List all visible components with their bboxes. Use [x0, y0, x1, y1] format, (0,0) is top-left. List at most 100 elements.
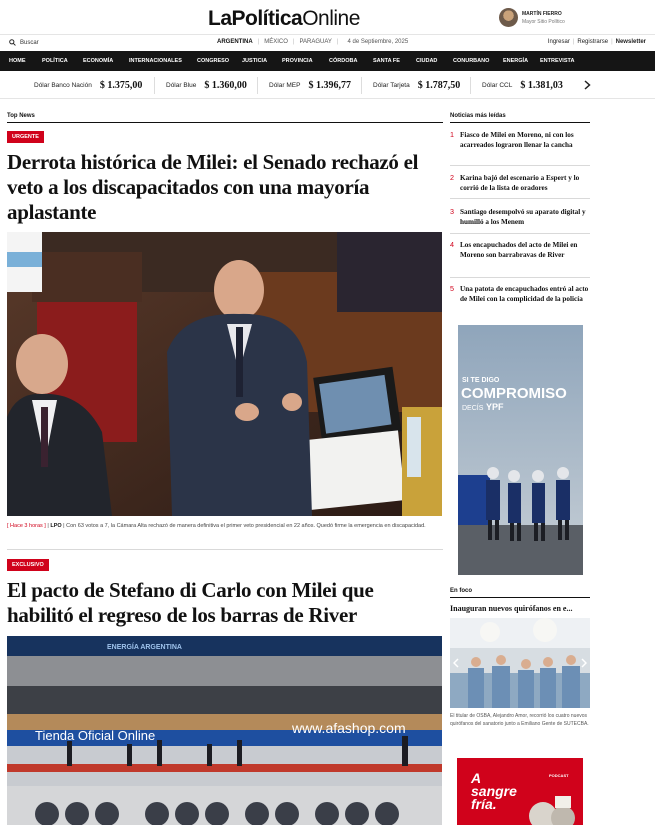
divider — [450, 165, 590, 166]
chevron-right-icon[interactable] — [584, 80, 591, 90]
en-foco-caption: El titular de OSBA, Alejandro Amor, reco… — [450, 713, 589, 727]
ad-brand: YPF — [486, 402, 504, 412]
ticker-label: Dólar Banco Nación — [34, 82, 92, 89]
urgent-badge: URGENTE — [7, 131, 44, 143]
nav-item-justicia[interactable]: JUSTICIA — [242, 58, 282, 64]
exclusive-badge: EXCLUSIVO — [7, 559, 49, 571]
country-selector: ARGENTINA | MÉXICO | PARAGUAY | 4 de Septie… — [217, 39, 412, 45]
ad-line-2: COMPROMISO — [461, 385, 567, 402]
chevron-right-icon[interactable] — [581, 658, 587, 668]
ad-line-1: SI TE DIGO — [462, 377, 500, 384]
ticker-item[interactable]: Dólar Blue $ 1.360,00 — [166, 80, 247, 91]
current-date: 4 de Septiembre, 2025 — [347, 39, 409, 45]
country-mexico[interactable]: MÉXICO — [260, 39, 292, 45]
currency-ticker: Dólar Banco Nación $ 1.375,00 Dólar Blue $… — [0, 71, 655, 99]
nav-item-entrevista[interactable]: ENTREVISTA — [540, 58, 585, 64]
photo-caption: [ Hace 3 horas ] | LPO | Con 63 votos a … — [7, 522, 443, 531]
separator: | — [336, 39, 339, 45]
ypf-ad-banner[interactable]: SI TE DIGO COMPROMISO DECÍS YPF — [458, 325, 583, 575]
item-number: 2 — [450, 173, 454, 182]
ticker-value: $ 1.360,00 — [204, 80, 247, 91]
ticker-value: $ 1.787,50 — [417, 80, 461, 91]
newsletter-link[interactable]: Newsletter — [613, 39, 649, 45]
item-title: Los encapuchados del acto de Milei en Mo… — [460, 241, 578, 259]
nav-item-cordoba[interactable]: CÓRDOBA — [329, 58, 373, 64]
section-rule — [450, 122, 590, 123]
ticker-label: Dólar CCL — [482, 82, 513, 89]
podcast-ad-banner[interactable]: Asangre fría. PODCAST — [457, 758, 583, 825]
podcast-ad-tag: PODCAST — [549, 773, 569, 778]
ticker-label: Dólar Blue — [166, 82, 197, 89]
nav-item-economia[interactable]: ECONOMÍA — [83, 58, 129, 64]
divider — [450, 198, 590, 199]
item-title: Santiago desempolvó su aparato digital y… — [460, 208, 586, 226]
main-nav: HOME POLÍTICA ECONOMÍA INTERNACIONALES C… — [0, 51, 655, 71]
item-title: Una patota de encapuchados entró al acto… — [460, 285, 589, 303]
main-headline[interactable]: Derrota histórica de Milei: el Senado re… — [7, 150, 427, 225]
divider — [450, 233, 590, 234]
author-subtitle: Mayor Sitio Político — [522, 18, 565, 25]
item-title: Fiasco de Milei en Moreno, ni con los ac… — [460, 131, 574, 149]
nav-item-congreso[interactable]: CONGRESO — [197, 58, 242, 64]
nav-item-ciudad[interactable]: CIUDAD — [416, 58, 453, 64]
en-foco-carousel[interactable] — [450, 618, 590, 708]
logo-normal: Online — [302, 7, 360, 30]
nav-item-santa-fe[interactable]: SANTA FE — [373, 58, 416, 64]
nav-item-energia[interactable]: ENERGÍA — [503, 58, 540, 64]
search-button[interactable]: Buscar — [9, 39, 39, 46]
ticker-item[interactable]: Dólar Tarjeta $ 1.787,50 — [373, 80, 460, 91]
en-foco-headline[interactable]: Inauguran nuevos quirófanos en e... — [450, 604, 590, 613]
en-foco-title: En foco — [450, 588, 472, 594]
country-argentina[interactable]: ARGENTINA — [217, 39, 257, 45]
ticker-item[interactable]: Dólar MEP $ 1.396,77 — [269, 80, 351, 91]
ticker-item[interactable]: Dólar Banco Nación $ 1.375,00 — [34, 80, 142, 91]
ticker-label: Dólar MEP — [269, 82, 301, 89]
nav-item-conurbano[interactable]: CONURBANO — [453, 58, 503, 64]
nav-item-internacionales[interactable]: INTERNACIONALES — [129, 58, 197, 64]
divider — [470, 77, 471, 94]
banner-text-2: www.afashop.com — [291, 720, 406, 736]
ad-line-3: DECÍS — [462, 403, 484, 412]
divider — [154, 77, 155, 94]
nav-item-home[interactable]: HOME — [9, 58, 42, 64]
ticker-label: Dólar Tarjeta — [373, 82, 410, 89]
country-paraguay[interactable]: PARAGUAY — [295, 39, 335, 45]
item-number: 1 — [450, 130, 454, 139]
nav-item-politica[interactable]: POLÍTICA — [42, 58, 83, 64]
divider — [257, 77, 258, 94]
podcast-ad-title: Asangre fría. — [471, 771, 517, 812]
podcast-ad-image — [529, 796, 575, 825]
ticker-item[interactable]: Dólar CCL $ 1.381,03 — [482, 80, 563, 91]
senate-photo[interactable] — [7, 232, 442, 516]
chevron-left-icon[interactable] — [453, 658, 459, 668]
stadium-photo-image: Tienda Oficial Online www.afashop.com EN… — [7, 636, 442, 825]
author-block[interactable]: MARTÍN FIERRO Mayor Sitio Político — [499, 8, 565, 27]
senate-photo-image — [7, 232, 442, 516]
ticker-value: $ 1.396,77 — [308, 80, 351, 91]
ypf-ad-image: SI TE DIGO COMPROMISO DECÍS YPF — [458, 325, 583, 575]
most-read-title: Noticias más leídas — [450, 113, 506, 119]
site-logo[interactable]: LaPolíticaOnline — [208, 7, 360, 31]
login-link[interactable]: Ingresar — [545, 39, 573, 45]
ticker-value: $ 1.375,00 — [99, 80, 143, 91]
second-headline[interactable]: El pacto de Stefano di Carlo con Milei q… — [7, 578, 442, 628]
register-link[interactable]: Registrarse — [574, 39, 611, 45]
divider — [7, 549, 443, 550]
most-read-item[interactable]: 1 Fiasco de Milei en Moreno, ni con los a… — [450, 130, 590, 150]
nav-item-provincia[interactable]: PROVINCIA — [282, 58, 329, 64]
item-number: 5 — [450, 284, 454, 293]
search-icon — [9, 39, 16, 46]
banner-text-3: ENERGÍA ARGENTINA — [107, 642, 182, 651]
caption-source[interactable]: LPO — [50, 523, 61, 529]
stadium-photo[interactable]: Tienda Oficial Online www.afashop.com EN… — [7, 636, 442, 825]
item-title: Karina bajó del escenario a Espert y lo … — [460, 174, 580, 192]
most-read-item[interactable]: 3 Santiago desempolvó su aparato digital … — [450, 207, 590, 227]
caption-text: Con 63 votos a 7, la Cámara Alta rechazó… — [66, 523, 426, 529]
most-read-item[interactable]: 5 Una patota de encapuchados entró al act… — [450, 284, 590, 304]
search-label: Buscar — [20, 39, 39, 46]
ticker-value: $ 1.381,03 — [520, 80, 563, 91]
most-read-item[interactable]: 2 Karina bajó del escenario a Espert y lo… — [450, 173, 590, 193]
podcast-ad-line-3: fría. — [471, 796, 497, 812]
most-read-item[interactable]: 4 Los encapuchados del acto de Milei en M… — [450, 240, 590, 260]
logo-bold: LaPolítica — [208, 7, 303, 30]
